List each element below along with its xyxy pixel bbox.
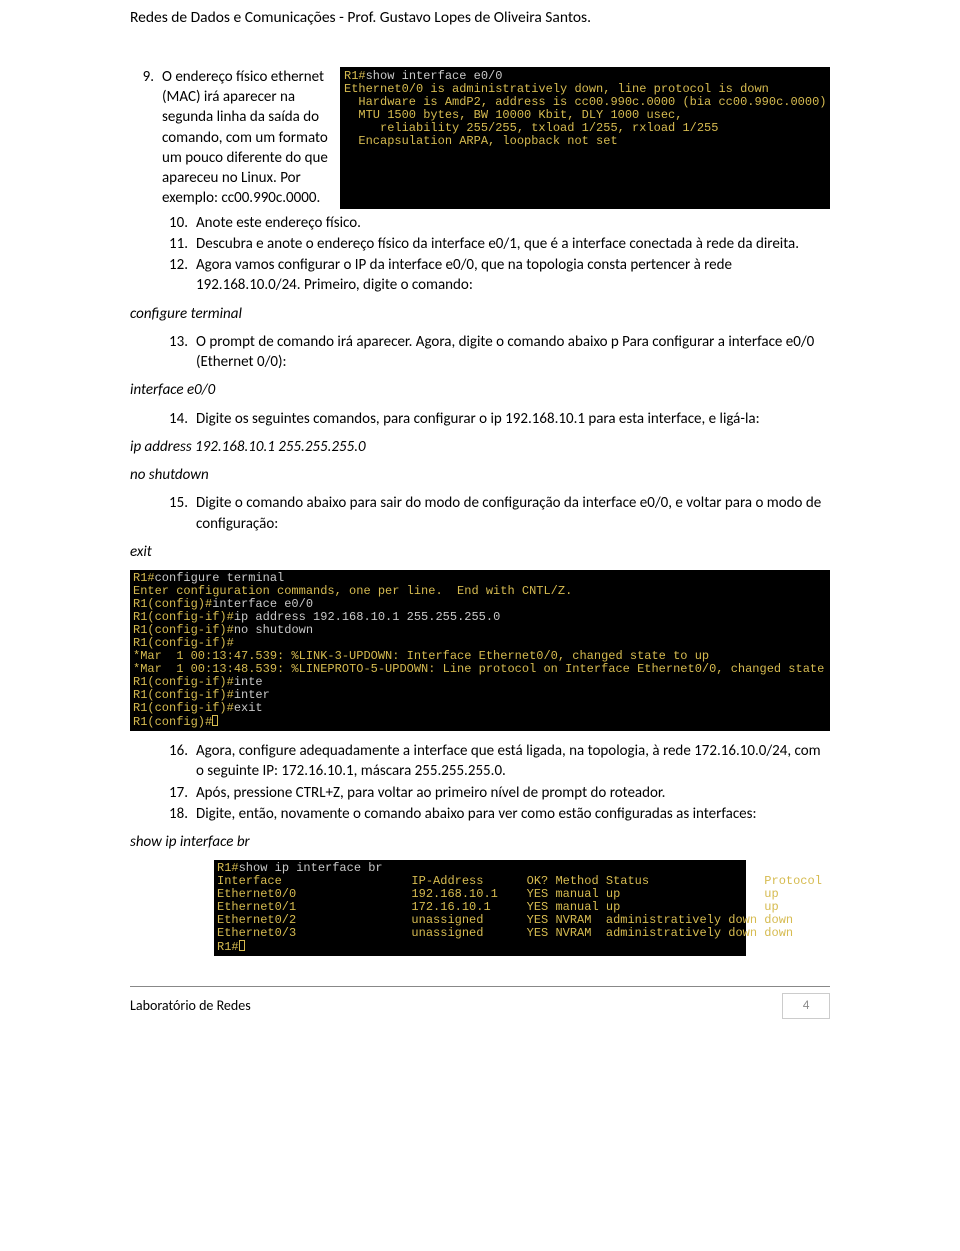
t2-c9: inte — [234, 675, 263, 689]
list-item-14: 14. Digite os seguintes comandos, para co… — [164, 409, 830, 429]
t3-r2: Ethernet0/1 172.16.10.1 YES manual up up — [217, 900, 779, 914]
cmd-show-ip-interface: show ip interface br — [130, 832, 830, 852]
t3-p1: R1# — [217, 861, 239, 875]
t3-c1: show ip interface br — [239, 861, 383, 875]
t2-c3: interface e0/0 — [212, 597, 313, 611]
li16-text: Agora, configure adequadamente a interfa… — [196, 741, 830, 782]
t2-p1: R1# — [133, 571, 155, 585]
li17-num: 17. — [164, 783, 190, 803]
list-item-15: 15.Digite o comando abaixo para sair do … — [164, 493, 830, 534]
t2-p3: R1(config)# — [133, 597, 212, 611]
item-9-text: O endereço físico ethernet (MAC) irá apa… — [162, 67, 332, 209]
term1-line-5: reliability 255/255, txload 1/255, rxloa… — [344, 121, 718, 135]
item-9-block: 9. O endereço físico ethernet (MAC) irá … — [130, 67, 830, 209]
t2-p11: R1(config-if)# — [133, 701, 234, 715]
t3-hdr: Interface IP-Address OK? Method Status P… — [217, 874, 822, 888]
li11-text: Descubra e anote o endereço físico da in… — [196, 234, 830, 254]
li13-text: O prompt de comando irá aparecer. Agora,… — [196, 332, 830, 373]
t2-p12: R1(config)# — [133, 715, 212, 729]
ordered-list-d: 15.Digite o comando abaixo para sair do … — [130, 493, 830, 534]
term1-line-6: Encapsulation ARPA, loopback not set — [344, 134, 618, 148]
li12-text: Agora vamos configurar o IP da interface… — [196, 255, 830, 296]
ordered-list-b: 13.O prompt de comando irá aparecer. Ago… — [130, 332, 830, 373]
t2-p10: R1(config-if)# — [133, 688, 234, 702]
cmd-no-shutdown: no shutdown — [130, 465, 830, 485]
term1-cmd-1: show interface e0/0 — [366, 69, 503, 83]
cmd-interface: interface e0/0 — [130, 380, 830, 400]
ordered-list-a: 10. Anote este endereço físico. 11. Descub… — [130, 213, 830, 296]
list-item-16: 16.Agora, configure adequadamente a inte… — [164, 741, 830, 782]
term1-line-2: Ethernet0/0 is administratively down, li… — [344, 82, 769, 96]
li17-text: Após, pressione CTRL+Z, para voltar ao p… — [196, 783, 830, 803]
cursor-icon — [212, 715, 218, 726]
terminal-output-2: R1#configure terminal Enter configuratio… — [130, 570, 830, 731]
li15-num: 15. — [164, 493, 190, 534]
list-item-10: 10. Anote este endereço físico. — [164, 213, 830, 233]
item-9-number: 9. — [130, 67, 158, 209]
t2-c5: no shutdown — [234, 623, 313, 637]
t3-p6: R1# — [217, 940, 239, 954]
t3-r3: Ethernet0/2 unassigned YES NVRAM adminis… — [217, 913, 793, 927]
t2-p4: R1(config-if)# — [133, 610, 234, 624]
li16-num: 16. — [164, 741, 190, 782]
t3-r1: Ethernet0/0 192.168.10.1 YES manual up u… — [217, 887, 779, 901]
li18-text: Digite, então, novamente o comando abaix… — [196, 804, 830, 824]
li14-text: Digite os seguintes comandos, para confi… — [196, 409, 830, 429]
term1-line-4: MTU 1500 bytes, BW 10000 Kbit, DLY 1000 … — [344, 108, 682, 122]
t2-l7: *Mar 1 00:13:47.539: %LINK-3-UPDOWN: Int… — [133, 649, 709, 663]
t2-p6: R1(config-if)# — [133, 636, 234, 650]
page-footer: Laboratório de Redes 4 — [130, 986, 830, 1025]
li10-num: 10. — [164, 213, 190, 233]
t2-c11: exit — [234, 701, 263, 715]
term1-prompt-1: R1# — [344, 69, 366, 83]
t2-l8: *Mar 1 00:13:48.539: %LINEPROTO-5-UPDOWN… — [133, 662, 830, 676]
t2-c10: inter — [234, 688, 270, 702]
page-header: Redes de Dados e Comunicações - Prof. Gu… — [130, 8, 830, 29]
li10-text: Anote este endereço físico. — [196, 213, 830, 233]
terminal-output-3: R1#show ip interface br Interface IP-Add… — [214, 860, 746, 956]
t2-p5: R1(config-if)# — [133, 623, 234, 637]
t2-p9: R1(config-if)# — [133, 675, 234, 689]
term1-line-3: Hardware is AmdP2, address is cc00.990c.… — [344, 95, 826, 109]
page-number: 4 — [782, 993, 830, 1019]
ordered-list-e: 16.Agora, configure adequadamente a inte… — [130, 741, 830, 824]
li14-num: 14. — [164, 409, 190, 429]
li18-num: 18. — [164, 804, 190, 824]
cmd-exit: exit — [130, 542, 830, 562]
cmd-ip-address: ip address 192.168.10.1 255.255.255.0 — [130, 437, 830, 457]
ordered-list-c: 14. Digite os seguintes comandos, para co… — [130, 409, 830, 429]
footer-title: Laboratório de Redes — [130, 997, 251, 1016]
document-page: Redes de Dados e Comunicações - Prof. Gu… — [0, 0, 960, 1035]
li11-num: 11. — [164, 234, 190, 254]
list-item-18: 18. Digite, então, novamente o comando ab… — [164, 804, 830, 824]
terminal-output-1: R1#show interface e0/0 Ethernet0/0 is ad… — [340, 67, 830, 209]
t3-r4: Ethernet0/3 unassigned YES NVRAM adminis… — [217, 926, 793, 940]
t2-c4: ip address 192.168.10.1 255.255.255.0 — [234, 610, 500, 624]
t2-l2: Enter configuration commands, one per li… — [133, 584, 572, 598]
cmd-configure-terminal: configure terminal — [130, 304, 830, 324]
cursor-icon — [239, 940, 245, 951]
list-item-13: 13.O prompt de comando irá aparecer. Ago… — [164, 332, 830, 373]
li12-num: 12. — [164, 255, 190, 296]
t2-c1: configure terminal — [155, 571, 285, 585]
li13-num: 13. — [164, 332, 190, 373]
li15-text: Digite o comando abaixo para sair do mod… — [196, 493, 830, 534]
list-item-11: 11. Descubra e anote o endereço físico da… — [164, 234, 830, 254]
list-item-17: 17. Após, pressione CTRL+Z, para voltar a… — [164, 783, 830, 803]
list-item-12: 12.Agora vamos configurar o IP da interf… — [164, 255, 830, 296]
